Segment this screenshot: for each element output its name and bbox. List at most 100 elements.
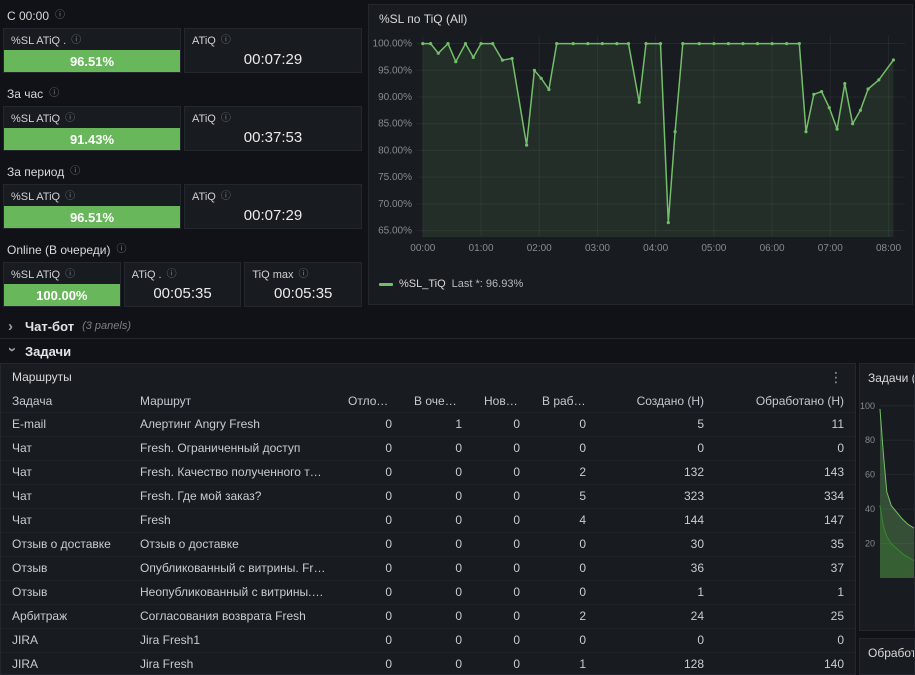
stat-panel: ATiQ .00:05:35 xyxy=(124,262,242,307)
table-cell: 0 xyxy=(473,628,531,652)
stat-group: Online (В очереди) %SL ATiQ100.00%ATiQ .0… xyxy=(3,238,362,307)
stat-panel-header: %SL ATiQ xyxy=(4,107,180,126)
legend-series-name[interactable]: %SL_TiQ xyxy=(399,278,446,290)
chart-panel-title: %SL по TiQ (All) xyxy=(369,5,912,27)
stat-group-title[interactable]: За час xyxy=(3,82,362,106)
table-row[interactable]: JIRAJira Fresh1000000 xyxy=(1,628,855,652)
svg-text:05:00: 05:00 xyxy=(701,243,726,254)
stat-panel: %SL ATiQ100.00% xyxy=(3,262,121,307)
column-header-label: Отложены xyxy=(348,394,403,408)
svg-text:03:00: 03:00 xyxy=(585,243,610,254)
stats-column: С 00:00%SL ATiQ .96.51%ATiQ00:07:29За ча… xyxy=(3,4,362,316)
stat-group-title[interactable]: Online (В очереди) xyxy=(3,238,362,262)
table-row[interactable]: Отзыв о доставкеОтзыв о доставке00003035 xyxy=(1,532,855,556)
table-cell: 0 xyxy=(403,460,473,484)
stat-group: За период %SL ATiQ 96.51% ATiQ00:07:29 xyxy=(3,160,362,229)
table-cell: Чат xyxy=(1,508,129,532)
table-cell: 0 xyxy=(473,412,531,436)
stat-panel-header: %SL ATiQ . xyxy=(4,29,180,48)
svg-text:60: 60 xyxy=(865,470,875,480)
table-cell: Чат xyxy=(1,460,129,484)
stat-panel-title: ATiQ xyxy=(192,113,216,125)
info-icon xyxy=(167,270,177,280)
svg-text:02:00: 02:00 xyxy=(527,243,552,254)
column-header[interactable]: Задача xyxy=(1,390,129,412)
stat-value-time: 00:05:35 xyxy=(125,282,241,306)
table-cell: Арбитраж xyxy=(1,604,129,628)
table-cell: 143 xyxy=(715,460,855,484)
table-cell: 0 xyxy=(403,436,473,460)
legend-series-last-value: Last *: 96.93% xyxy=(452,278,524,290)
column-header[interactable]: Маршрут xyxy=(129,390,337,412)
row-chatbot[interactable]: Чат-бот (3 panels) xyxy=(0,314,915,339)
table-row[interactable]: ЧатFresh. Ограниченный доступ000000 xyxy=(1,436,855,460)
stat-panel: %SL ATiQ91.43% xyxy=(3,106,181,151)
panel-menu-icon[interactable] xyxy=(825,369,847,386)
table-row[interactable]: E-mailАлертинг Angry Fresh0100511 xyxy=(1,412,855,436)
processing-panel-title-label: Обработка xyxy=(868,646,915,660)
stat-value-percent: 96.51% xyxy=(4,206,180,228)
table-cell: 0 xyxy=(473,436,531,460)
table-cell: 0 xyxy=(597,628,715,652)
column-header-label: Обработано (Н) xyxy=(756,394,844,408)
table-row[interactable]: ЧатFresh. Где мой заказ?0005323334 xyxy=(1,484,855,508)
svg-text:70.00%: 70.00% xyxy=(378,199,412,210)
stat-panel-title: %SL ATiQ xyxy=(11,269,60,281)
table-cell: Чат xyxy=(1,484,129,508)
processing-panel-title: Обработка xyxy=(860,639,914,663)
tasks-area-chart[interactable]: 20406080100 xyxy=(860,388,914,593)
row-tasks[interactable]: Задачи xyxy=(0,341,915,362)
table-cell: 0 xyxy=(337,484,403,508)
chart-legend[interactable]: %SL_TiQ Last *: 96.93% xyxy=(369,277,912,291)
table-cell: 0 xyxy=(403,604,473,628)
column-header[interactable]: В работе xyxy=(531,390,597,412)
sl-tiq-timeseries-chart[interactable]: 65.00%70.00%75.00%80.00%85.00%90.00%95.0… xyxy=(369,27,910,277)
stat-panel-title: %SL ATiQ xyxy=(11,113,60,125)
column-header[interactable]: Обработано (Н) xyxy=(715,390,855,412)
tasks-all-panel-title: Задачи (All xyxy=(860,364,914,388)
stat-group-title[interactable]: С 00:00 xyxy=(3,4,362,28)
table-cell: 30 xyxy=(597,532,715,556)
table-cell: 0 xyxy=(337,412,403,436)
table-cell: 0 xyxy=(337,628,403,652)
info-icon xyxy=(299,270,309,280)
sort-desc-icon xyxy=(471,394,473,408)
svg-text:20: 20 xyxy=(865,539,875,549)
table-row[interactable]: JIRAJira Fresh0001128140 xyxy=(1,652,855,675)
info-icon xyxy=(70,167,80,177)
table-cell: E-mail xyxy=(1,412,129,436)
table-cell: JIRA xyxy=(1,652,129,675)
stat-value-time: 00:07:29 xyxy=(185,204,361,228)
table-cell: 35 xyxy=(715,532,855,556)
table-cell: 1 xyxy=(531,652,597,675)
column-header[interactable]: В очереди xyxy=(403,390,473,412)
table-cell: 334 xyxy=(715,484,855,508)
table-header-row: ЗадачаМаршрут ОтложеныВ очередиНовыеВ раб… xyxy=(1,390,855,412)
column-header[interactable]: Отложены xyxy=(337,390,403,412)
table-cell: 36 xyxy=(597,556,715,580)
table-cell: 1 xyxy=(403,412,473,436)
stat-panel-header: ATiQ xyxy=(185,185,361,204)
stat-value-time: 00:07:29 xyxy=(185,48,361,72)
table-row[interactable]: ЧатFresh. Качество полученного товара000… xyxy=(1,460,855,484)
table-row[interactable]: ЧатFresh0004144147 xyxy=(1,508,855,532)
table-row[interactable]: ОтзывОпубликованный с витрины. Fresh0000… xyxy=(1,556,855,580)
table-cell: Алертинг Angry Fresh xyxy=(129,412,337,436)
stat-group-title[interactable]: За период xyxy=(3,160,362,184)
table-row[interactable]: ОтзывНеопубликованный с витрины. Fresh00… xyxy=(1,580,855,604)
stat-panel-row: %SL ATiQ100.00%ATiQ .00:05:35TiQ max00:0… xyxy=(3,262,362,307)
column-header[interactable]: Создано (Н) xyxy=(597,390,715,412)
stat-panel-header: %SL ATiQ xyxy=(4,263,120,282)
table-cell: 323 xyxy=(597,484,715,508)
table-cell: 0 xyxy=(403,580,473,604)
column-header[interactable]: Новые xyxy=(473,390,531,412)
table-cell: Отзыв о доставке xyxy=(1,532,129,556)
table-cell: 4 xyxy=(531,508,597,532)
table-cell: 0 xyxy=(715,436,855,460)
stat-group-title-label: Online (В очереди) xyxy=(7,243,110,257)
table-cell: Jira Fresh xyxy=(129,652,337,675)
table-cell: Согласования возврата Fresh xyxy=(129,604,337,628)
stat-panel-title: %SL ATiQ xyxy=(11,191,60,203)
table-row[interactable]: АрбитражСогласования возврата Fresh00022… xyxy=(1,604,855,628)
table-cell: 11 xyxy=(715,412,855,436)
